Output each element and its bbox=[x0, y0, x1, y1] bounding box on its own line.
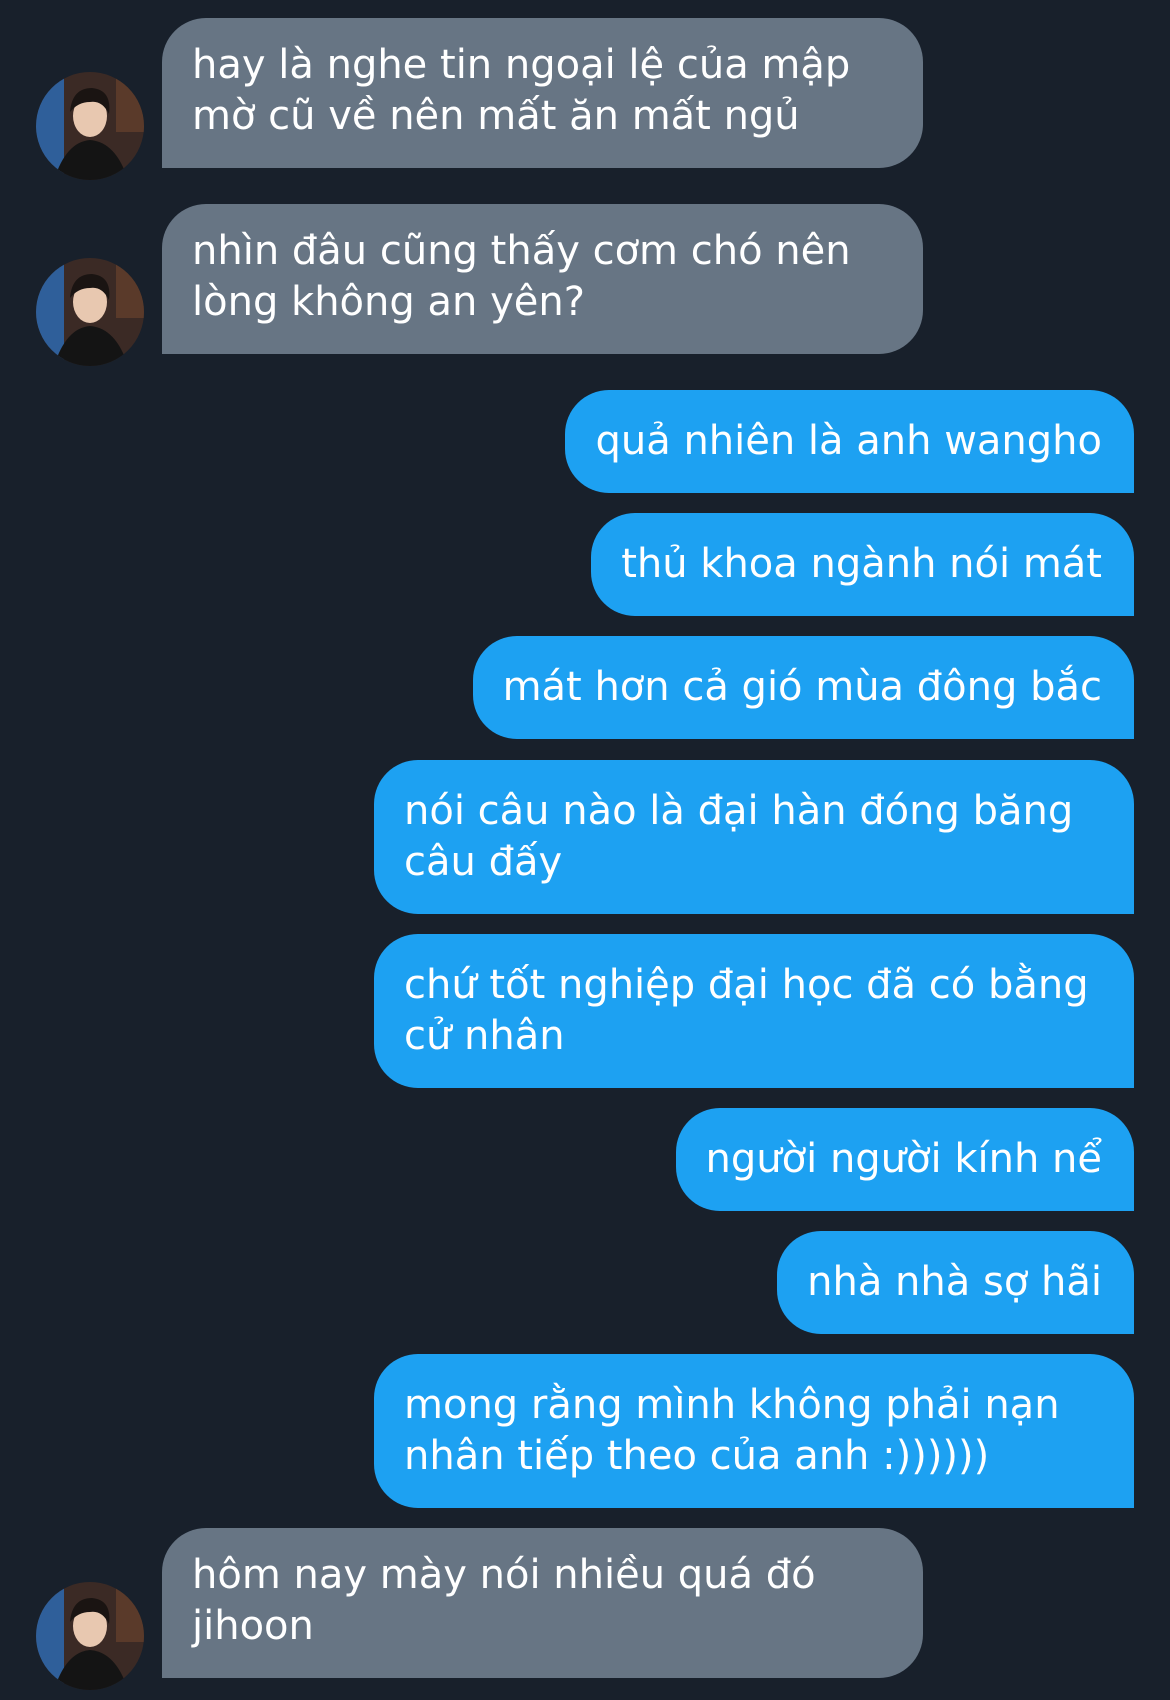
message-text-line: chứ tốt nghiệp đại học đã có bằng bbox=[404, 962, 1089, 1008]
message-text-line: nhìn đâu cũng thấy cơm chó nên bbox=[192, 228, 851, 274]
message-bubble-received[interactable]: hay là nghe tin ngoại lệ của mập mờ cũ v… bbox=[162, 18, 923, 168]
message-text-line: nhà nhà sợ hãi bbox=[807, 1259, 1102, 1305]
message-bubble-sent[interactable]: quả nhiên là anh wangho bbox=[565, 390, 1134, 493]
message-bubble-sent[interactable]: người người kính nể bbox=[675, 1108, 1134, 1211]
message-text-line: thủ khoa ngành nói mát bbox=[621, 541, 1102, 587]
message-text-line: mát hơn cả gió mùa đông bắc bbox=[502, 664, 1102, 710]
avatar-photo bbox=[36, 258, 144, 366]
message-bubble-sent[interactable]: thủ khoa ngành nói mát bbox=[591, 513, 1134, 616]
message-text-line: hôm nay mày nói nhiều quá đó bbox=[192, 1552, 816, 1598]
message-text-line: mong rằng mình không phải nạn bbox=[404, 1382, 1060, 1428]
message-bubble-sent[interactable]: nhà nhà sợ hãi bbox=[777, 1231, 1134, 1334]
contact-avatar-icon[interactable] bbox=[36, 258, 144, 366]
message-text-line: lòng không an yên? bbox=[192, 279, 585, 325]
message-bubble-sent[interactable]: mát hơn cả gió mùa đông bắc bbox=[472, 636, 1134, 739]
message-text-line: jihoon bbox=[192, 1603, 314, 1649]
contact-avatar-icon[interactable] bbox=[36, 72, 144, 180]
avatar-photo bbox=[36, 72, 144, 180]
message-text-line: quả nhiên là anh wangho bbox=[595, 418, 1102, 464]
message-text-line: hay là nghe tin ngoại lệ của mập bbox=[192, 42, 851, 88]
message-bubble-sent[interactable]: chứ tốt nghiệp đại học đã có bằng cử nhâ… bbox=[374, 934, 1134, 1088]
avatar-photo bbox=[36, 1582, 144, 1690]
message-bubble-received[interactable]: nhìn đâu cũng thấy cơm chó nên lòng khôn… bbox=[162, 204, 923, 354]
message-bubble-sent[interactable]: mong rằng mình không phải nạn nhân tiếp … bbox=[374, 1354, 1134, 1508]
message-text-line: mờ cũ về nên mất ăn mất ngủ bbox=[192, 93, 800, 139]
message-text-line: nói câu nào là đại hàn đóng băng bbox=[404, 788, 1074, 834]
message-text-line: nhân tiếp theo của anh :)))))) bbox=[404, 1433, 990, 1479]
message-bubble-sent[interactable]: nói câu nào là đại hàn đóng băng câu đấy bbox=[374, 760, 1134, 914]
contact-avatar-icon[interactable] bbox=[36, 1582, 144, 1690]
message-bubble-received[interactable]: hôm nay mày nói nhiều quá đó jihoon bbox=[162, 1528, 923, 1678]
message-text-line: câu đấy bbox=[404, 839, 563, 885]
message-text-line: cử nhân bbox=[404, 1013, 565, 1059]
message-text-line: người người kính nể bbox=[705, 1136, 1102, 1182]
